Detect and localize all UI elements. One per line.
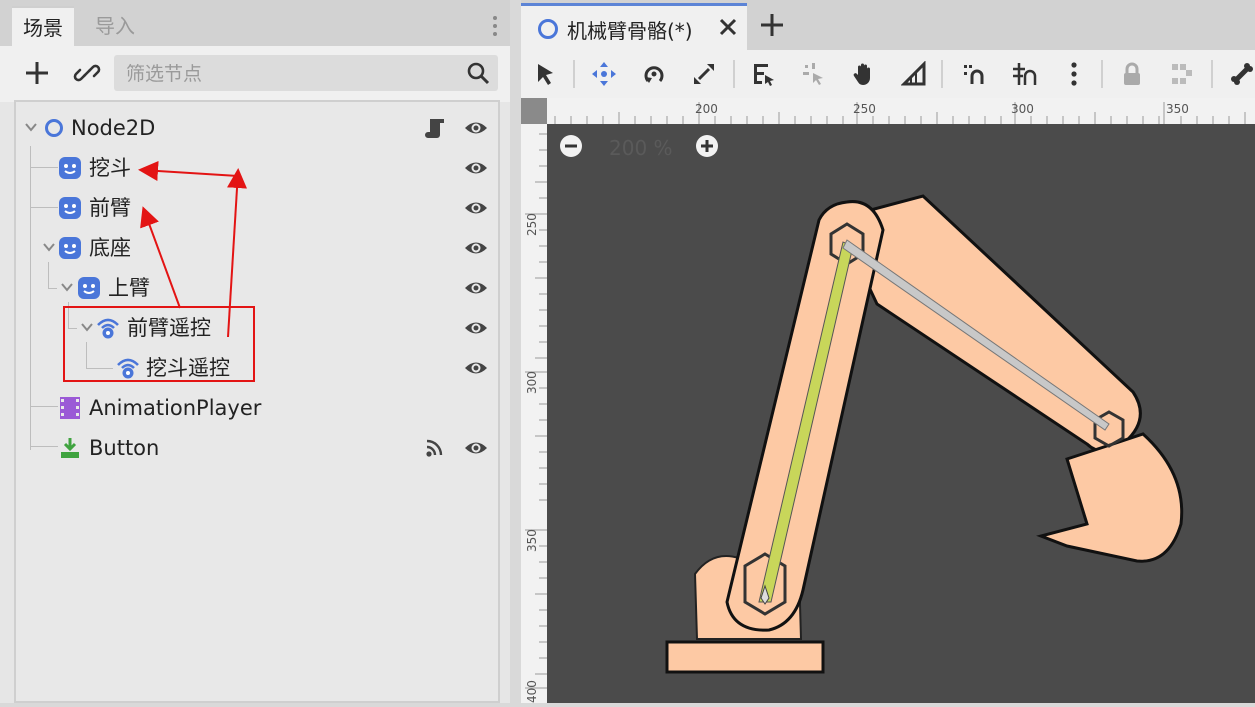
remote-transform-icon [116,356,140,380]
search-icon[interactable] [466,61,490,85]
visibility-eye-icon[interactable] [464,117,488,139]
ruler-icon[interactable] [900,60,927,87]
visibility-eye-icon[interactable] [464,197,488,219]
dock-menu-icon[interactable] [486,12,504,40]
scale-icon[interactable] [691,61,717,87]
ruler-vertical: 250 300 350 400 [521,124,547,703]
chevron-down-icon[interactable] [24,120,38,134]
visibility-eye-icon[interactable] [464,317,488,339]
smart-snap-icon[interactable] [961,61,987,87]
toolbar-separator [941,60,943,88]
ruler-label: 350 [525,529,539,552]
move-icon[interactable] [591,61,617,87]
toolbar-separator [733,60,735,88]
ruler-label: 300 [525,371,539,394]
viewport-canvas[interactable]: 200 % [547,124,1255,703]
node2d-icon [42,116,66,140]
tree-item-label: 挖斗遥控 [146,356,230,380]
tree-item-label: 上臂 [108,276,150,300]
ruler-label: 250 [525,213,539,236]
more-icon[interactable] [1061,61,1087,87]
ruler-label: 400 [525,680,539,703]
filter-nodes-input[interactable] [124,55,448,93]
toolbar-separator [573,60,575,88]
signal-icon[interactable] [424,436,446,460]
tree-item-label: AnimationPlayer [89,396,262,420]
tree-item-node2d[interactable]: Node2D [16,110,498,146]
tree-item-upper-arm[interactable]: 上臂 [16,270,498,306]
sprite-icon [58,156,82,180]
tree-item-label: 前臂遥控 [127,316,211,340]
tab-scene-file[interactable]: 机械臂骨骼(*) [521,3,747,50]
scene-dock: 场景 导入 筛选节点 Node2D 挖斗 前臂 底座 上臂 前臂遥控 挖斗遥控 … [0,0,510,703]
animation-player-icon [58,396,82,420]
dock-tabs: 场景 导入 [0,0,510,48]
tree-item-base[interactable]: 底座 [16,230,498,266]
robot-arm-scene [665,194,1184,674]
rotate-icon[interactable] [641,61,667,87]
ruler-corner [521,98,547,124]
pan-icon[interactable] [851,61,877,87]
ruler-label: 350 [1166,102,1189,116]
tree-item-forearm-remote[interactable]: 前臂遥控 [16,310,498,346]
ruler-label: 250 [853,102,876,116]
close-icon[interactable] [717,16,739,38]
toolbar-separator [1211,60,1213,88]
tree-item-label: 底座 [89,236,131,260]
plus-icon[interactable] [22,58,52,88]
list-select-icon[interactable] [751,61,777,87]
remote-transform-icon [96,316,120,340]
canvas-editor: 机械臂骨骼(*) 200 250 300 350 250 300 350 400… [521,0,1255,703]
plus-icon[interactable] [759,12,785,38]
toolbar-separator [1101,60,1103,88]
chevron-down-icon[interactable] [42,240,56,254]
scene-tab-title: 机械臂骨骼(*) [567,19,693,43]
tree-item-forearm[interactable]: 前臂 [16,190,498,226]
link-icon[interactable] [72,58,102,88]
visibility-eye-icon[interactable] [464,357,488,379]
scene-tree: Node2D 挖斗 前臂 底座 上臂 前臂遥控 挖斗遥控 AnimationPl… [14,100,500,703]
bone-icon[interactable] [1229,61,1255,87]
tab-scene[interactable]: 场景 [12,6,74,48]
sprite-icon [58,196,82,220]
tab-import[interactable]: 导入 [84,6,146,46]
pivot-icon[interactable] [801,61,827,87]
tree-item-button[interactable]: Button [16,430,498,466]
button-icon [58,436,82,460]
tree-item-bucket[interactable]: 挖斗 [16,150,498,186]
ruler-label: 200 [695,102,718,116]
scene-toolbar [0,46,510,102]
tree-item-label: 前臂 [89,196,131,220]
scene-tabs: 机械臂骨骼(*) [521,0,1255,50]
chevron-down-icon[interactable] [60,280,74,294]
tree-item-animation-player[interactable]: AnimationPlayer [16,390,498,426]
select-icon[interactable] [533,61,559,87]
visibility-eye-icon[interactable] [464,437,488,459]
visibility-eye-icon[interactable] [464,237,488,259]
viewport-toolbar [521,50,1255,98]
tree-item-label: Button [89,436,160,460]
ruler-horizontal: 200 250 300 350 [521,98,1255,124]
tree-item-label: 挖斗 [89,156,131,180]
grid-snap-icon[interactable] [1011,61,1037,87]
ruler-label: 300 [1011,102,1034,116]
bucket-sprite[interactable] [1036,432,1184,563]
script-icon[interactable] [424,116,446,140]
visibility-eye-icon[interactable] [464,277,488,299]
chevron-down-icon[interactable] [80,320,94,334]
tree-item-label: Node2D [71,116,156,140]
visibility-eye-icon[interactable] [464,157,488,179]
group-icon[interactable] [1169,61,1195,87]
filter-nodes-box [114,55,498,93]
tree-item-bucket-remote[interactable]: 挖斗遥控 [16,350,498,386]
sprite-icon [58,236,82,260]
node2d-icon [538,19,558,39]
sprite-icon [77,276,101,300]
base-plate[interactable] [665,640,825,674]
lock-icon[interactable] [1119,61,1145,87]
